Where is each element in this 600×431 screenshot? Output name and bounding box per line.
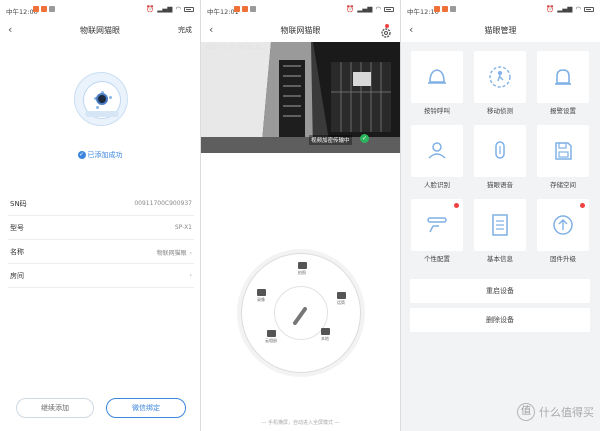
notification-icon [250, 6, 256, 12]
camera-icon [297, 262, 307, 269]
nav-bar: ‹ 物联网猫眼 [201, 20, 400, 42]
secure-check-icon: ✓ [360, 134, 369, 143]
info-icon [492, 214, 508, 236]
info-row-model: 型号 SP-X1 [8, 216, 194, 240]
camera-lens [96, 93, 108, 105]
landscape-hint: — 手机横屏，自动进入全屏模式 — [261, 420, 340, 426]
alarm-clock-icon: ⏰ [346, 5, 355, 13]
record-button[interactable]: 录像 [250, 289, 272, 303]
alarm-icon [555, 69, 571, 85]
continue-add-button[interactable]: 继续添加 [16, 398, 94, 418]
hallway-scene [201, 42, 400, 153]
tile-doorbell-call[interactable] [411, 51, 463, 103]
encryption-status: 视频加密传输中 [309, 135, 352, 145]
notification-badge [454, 203, 459, 208]
notification-icon [450, 6, 456, 12]
page-title: 猫眼管理 [484, 26, 517, 35]
tile-basic-info[interactable] [474, 199, 526, 251]
wifi-icon: ◠ [575, 5, 581, 13]
device-added-screen: 中午12:00 ⏰ ▂▄▆ ◠ ‹ 物联网猫眼 完成 ✓ 已添加成功 SN码 00… [0, 0, 200, 431]
live-video-feed[interactable]: 2019-07-17 00:01:02 视频加密传输中 ✓ [201, 42, 400, 153]
tile-firmware-upgrade[interactable] [537, 199, 589, 251]
info-row-sn: SN码 00911700C900937 [8, 192, 194, 216]
motion-icon [489, 66, 511, 88]
status-icons: ⏰ ▂▄▆ ◠ [346, 5, 394, 13]
done-button[interactable]: 完成 [178, 25, 192, 35]
microphone-icon [336, 292, 346, 299]
notification-icon [49, 6, 55, 12]
alarm-clock-icon: ⏰ [546, 5, 555, 13]
speaker-icon [320, 328, 330, 335]
talk-button[interactable]: 话筒 [330, 292, 352, 306]
face-icon [428, 142, 446, 159]
page-title: 物联网猫眼 [280, 26, 321, 35]
info-row-name[interactable]: 名称 物联网猫眼 › [8, 240, 194, 264]
signal-icon: ▂▄▆ [157, 5, 173, 13]
voice-icon [495, 141, 505, 159]
status-bar: 中午12:10 ⏰ ▂▄▆ ◠ [401, 0, 600, 20]
notification-icon [442, 6, 448, 12]
status-bar: 中午12:00 ⏰ ▂▄▆ ◠ [0, 0, 200, 20]
battery-icon [184, 6, 194, 12]
wechat-bind-button[interactable]: 微信绑定 [106, 398, 186, 418]
chevron-right-icon: › [189, 250, 192, 257]
alarm-clock-icon: ⏰ [146, 5, 155, 13]
tile-personal-config[interactable] [411, 199, 463, 251]
restart-device-button[interactable]: 重启设备 [410, 279, 590, 303]
photo-button[interactable]: 拍照 [291, 262, 313, 276]
notification-icon [33, 6, 39, 12]
notification-icon [434, 6, 440, 12]
delete-device-button[interactable]: 删除设备 [410, 308, 590, 332]
wifi-icon: ◠ [375, 5, 381, 13]
signal-icon: ▂▄▆ [357, 5, 373, 13]
cloud-album-button[interactable]: 云相册 [260, 330, 282, 344]
video-timestamp: 2019-07-17 00:01:02 [205, 45, 263, 51]
tile-face-recognition[interactable] [411, 125, 463, 177]
notification-badge [580, 203, 585, 208]
nav-bar: ‹ 物联网猫眼 完成 [0, 20, 200, 42]
notification-icon [41, 6, 47, 12]
status-icons: ⏰ ▂▄▆ ◠ [546, 5, 594, 13]
info-row-room[interactable]: 房间 › [8, 264, 194, 288]
live-view-screen: 中午12:01 ⏰ ▂▄▆ ◠ ‹ 物联网猫眼 2019-07-17 00:01… [201, 0, 400, 431]
watermark-logo-icon: 值 [517, 403, 535, 421]
local-button[interactable]: 本地 [314, 328, 336, 342]
storage-icon [555, 142, 572, 160]
wifi-icon: ◠ [175, 5, 181, 13]
success-message: ✓ 已添加成功 [77, 151, 123, 159]
chevron-right-icon: › [189, 272, 192, 279]
notification-icon [242, 6, 248, 12]
video-camera-icon [256, 289, 266, 296]
tile-alarm-settings[interactable] [537, 51, 589, 103]
control-dial: 拍照 录像 话筒 云相册 本地 [241, 253, 361, 373]
status-icons: ⏰ ▂▄▆ ◠ [146, 5, 194, 13]
nav-bar: ‹ 猫眼管理 [401, 20, 600, 42]
notification-icon [234, 6, 240, 12]
tile-motion-detection[interactable] [474, 51, 526, 103]
status-bar: 中午12:01 ⏰ ▂▄▆ ◠ [201, 0, 400, 20]
bell-icon [428, 69, 446, 84]
battery-icon [584, 6, 594, 12]
album-icon [266, 330, 276, 337]
watermark: 值 什么值得买 [517, 403, 594, 421]
check-icon: ✓ [77, 151, 86, 159]
peephole-camera-image [74, 72, 128, 126]
page-title: 物联网猫眼 [80, 26, 120, 35]
battery-icon [384, 6, 394, 12]
tile-peephole-voice[interactable] [474, 125, 526, 177]
notification-badge [385, 24, 389, 28]
signal-icon: ▂▄▆ [557, 5, 573, 13]
peephole-management-screen: 中午12:10 ⏰ ▂▄▆ ◠ ‹ 猫眼管理 按铃呼叫 移动侦测 报警设置 人脸… [401, 0, 600, 431]
tile-storage[interactable] [537, 125, 589, 177]
